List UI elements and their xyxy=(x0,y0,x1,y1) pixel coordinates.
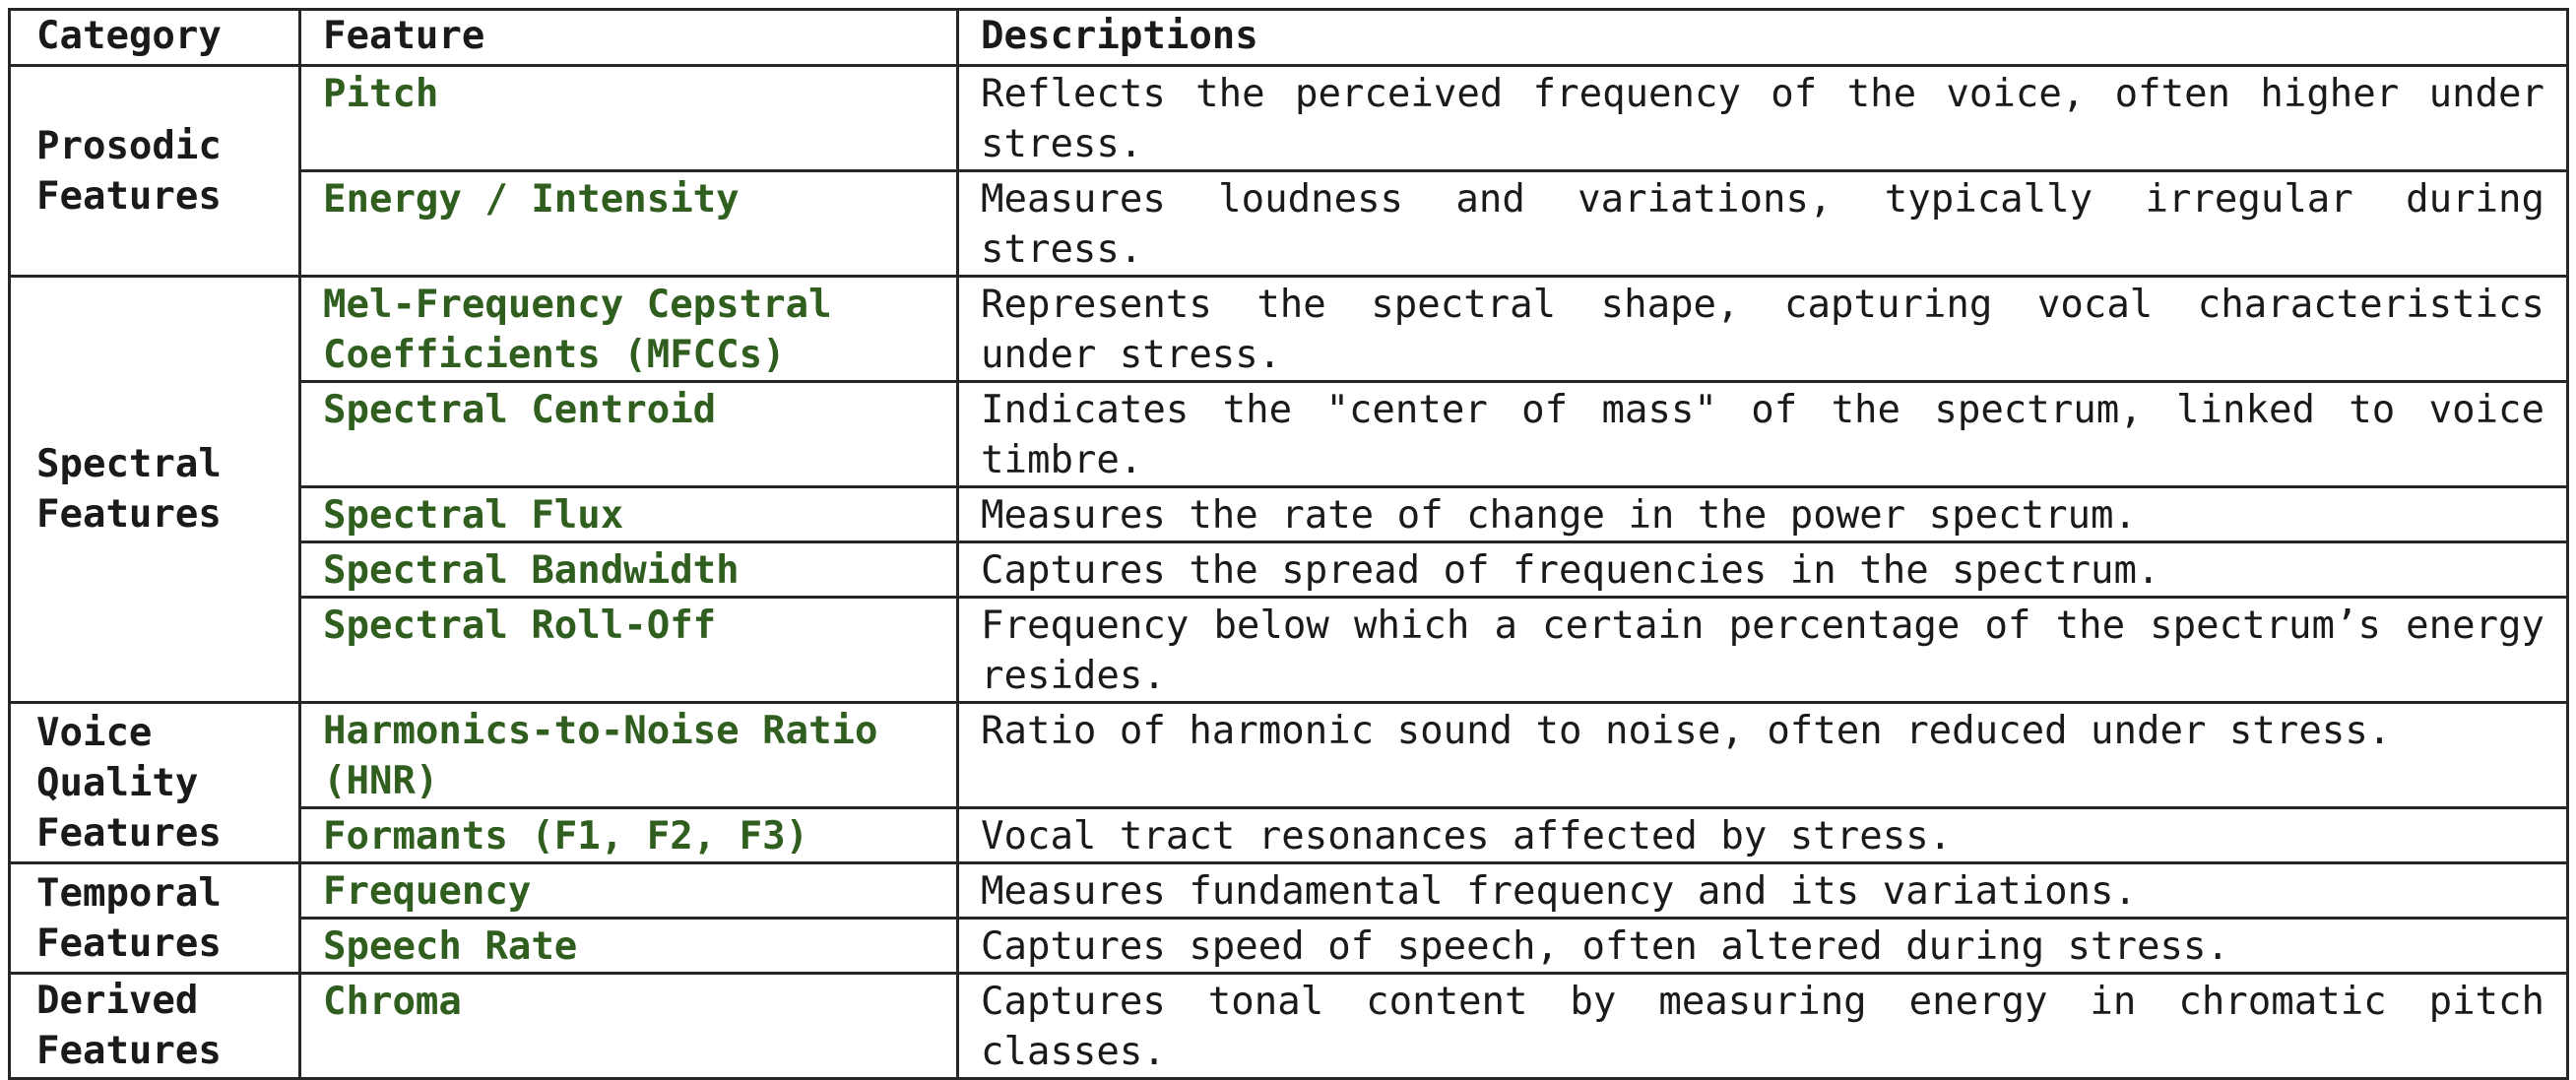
features-table-container: Category Feature Descriptions Prosodic F… xyxy=(8,8,2569,1080)
description-cell: Indicates the "center of mass" of the sp… xyxy=(956,380,2569,488)
feature-cell: Spectral Centroid xyxy=(298,380,959,488)
table-row: Energy / Intensity Measures loudness and… xyxy=(10,169,2569,278)
table-row: Prosodic Features Pitch Reflects the per… xyxy=(8,64,2569,278)
category-cell: Voice Quality Features xyxy=(8,701,301,864)
feature-cell: Spectral Roll-Off xyxy=(298,596,959,704)
description-cell: Frequency below which a certain percenta… xyxy=(956,596,2569,704)
category-cell: Spectral Features xyxy=(8,275,301,704)
header-description: Descriptions xyxy=(956,8,2569,67)
description-cell: Captures the spread of frequencies in th… xyxy=(956,540,2569,599)
feature-cell: Speech Rate xyxy=(298,917,959,975)
table-row: Spectral Bandwidth Captures the spread o… xyxy=(10,540,2569,599)
description-cell: Ratio of harmonic sound to noise, often … xyxy=(956,701,2569,809)
table-row: Formants (F1, F2, F3) Vocal tract resona… xyxy=(10,806,2569,864)
feature-cell: Harmonics-to-Noise Ratio (HNR) xyxy=(298,701,959,809)
description-cell: Represents the spectral shape, capturing… xyxy=(956,275,2569,383)
feature-cell: Pitch xyxy=(298,64,959,172)
feature-cell: Frequency xyxy=(298,861,959,920)
table-row: Temporal Features Frequency Measures fun… xyxy=(8,861,2569,975)
feature-cell: Energy / Intensity xyxy=(298,169,959,278)
header-category: Category xyxy=(8,8,301,67)
table-row: Spectral Features Mel-Frequency Cepstral… xyxy=(8,275,2569,704)
feature-cell: Spectral Bandwidth xyxy=(298,540,959,599)
description-cell: Captures tonal content by measuring ener… xyxy=(956,972,2569,1080)
description-cell: Measures the rate of change in the power… xyxy=(956,485,2569,543)
feature-cell: Mel-Frequency Cepstral Coefficients (MFC… xyxy=(298,275,959,383)
description-cell: Vocal tract resonances affected by stres… xyxy=(956,806,2569,864)
table-row: Speech Rate Captures speed of speech, of… xyxy=(10,917,2569,975)
description-cell: Captures speed of speech, often altered … xyxy=(956,917,2569,975)
table-header: Category Feature Descriptions xyxy=(8,8,2569,67)
feature-cell: Spectral Flux xyxy=(298,485,959,543)
table-row: Voice Quality Features Harmonics-to-Nois… xyxy=(8,701,2569,864)
feature-cell: Chroma xyxy=(298,972,959,1080)
description-cell: Measures fundamental frequency and its v… xyxy=(956,861,2569,920)
category-cell: Temporal Features xyxy=(8,861,301,975)
header-row: Category Feature Descriptions xyxy=(8,8,2569,67)
table-body: Prosodic Features Pitch Reflects the per… xyxy=(8,64,2569,1080)
table-row: Derived Features Chroma Captures tonal c… xyxy=(8,972,2569,1080)
table-row: Spectral Roll-Off Frequency below which … xyxy=(10,596,2569,704)
header-feature: Feature xyxy=(298,8,959,67)
description-cell: Reflects the perceived frequency of the … xyxy=(956,64,2569,172)
table-row: Spectral Centroid Indicates the "center … xyxy=(10,380,2569,488)
stress-features-table: Category Feature Descriptions Prosodic F… xyxy=(8,8,2569,1080)
category-cell: Prosodic Features xyxy=(8,64,301,278)
feature-cell: Formants (F1, F2, F3) xyxy=(298,806,959,864)
description-cell: Measures loudness and variations, typica… xyxy=(956,169,2569,278)
category-cell: Derived Features xyxy=(8,972,301,1080)
table-row: Spectral Flux Measures the rate of chang… xyxy=(10,485,2569,543)
